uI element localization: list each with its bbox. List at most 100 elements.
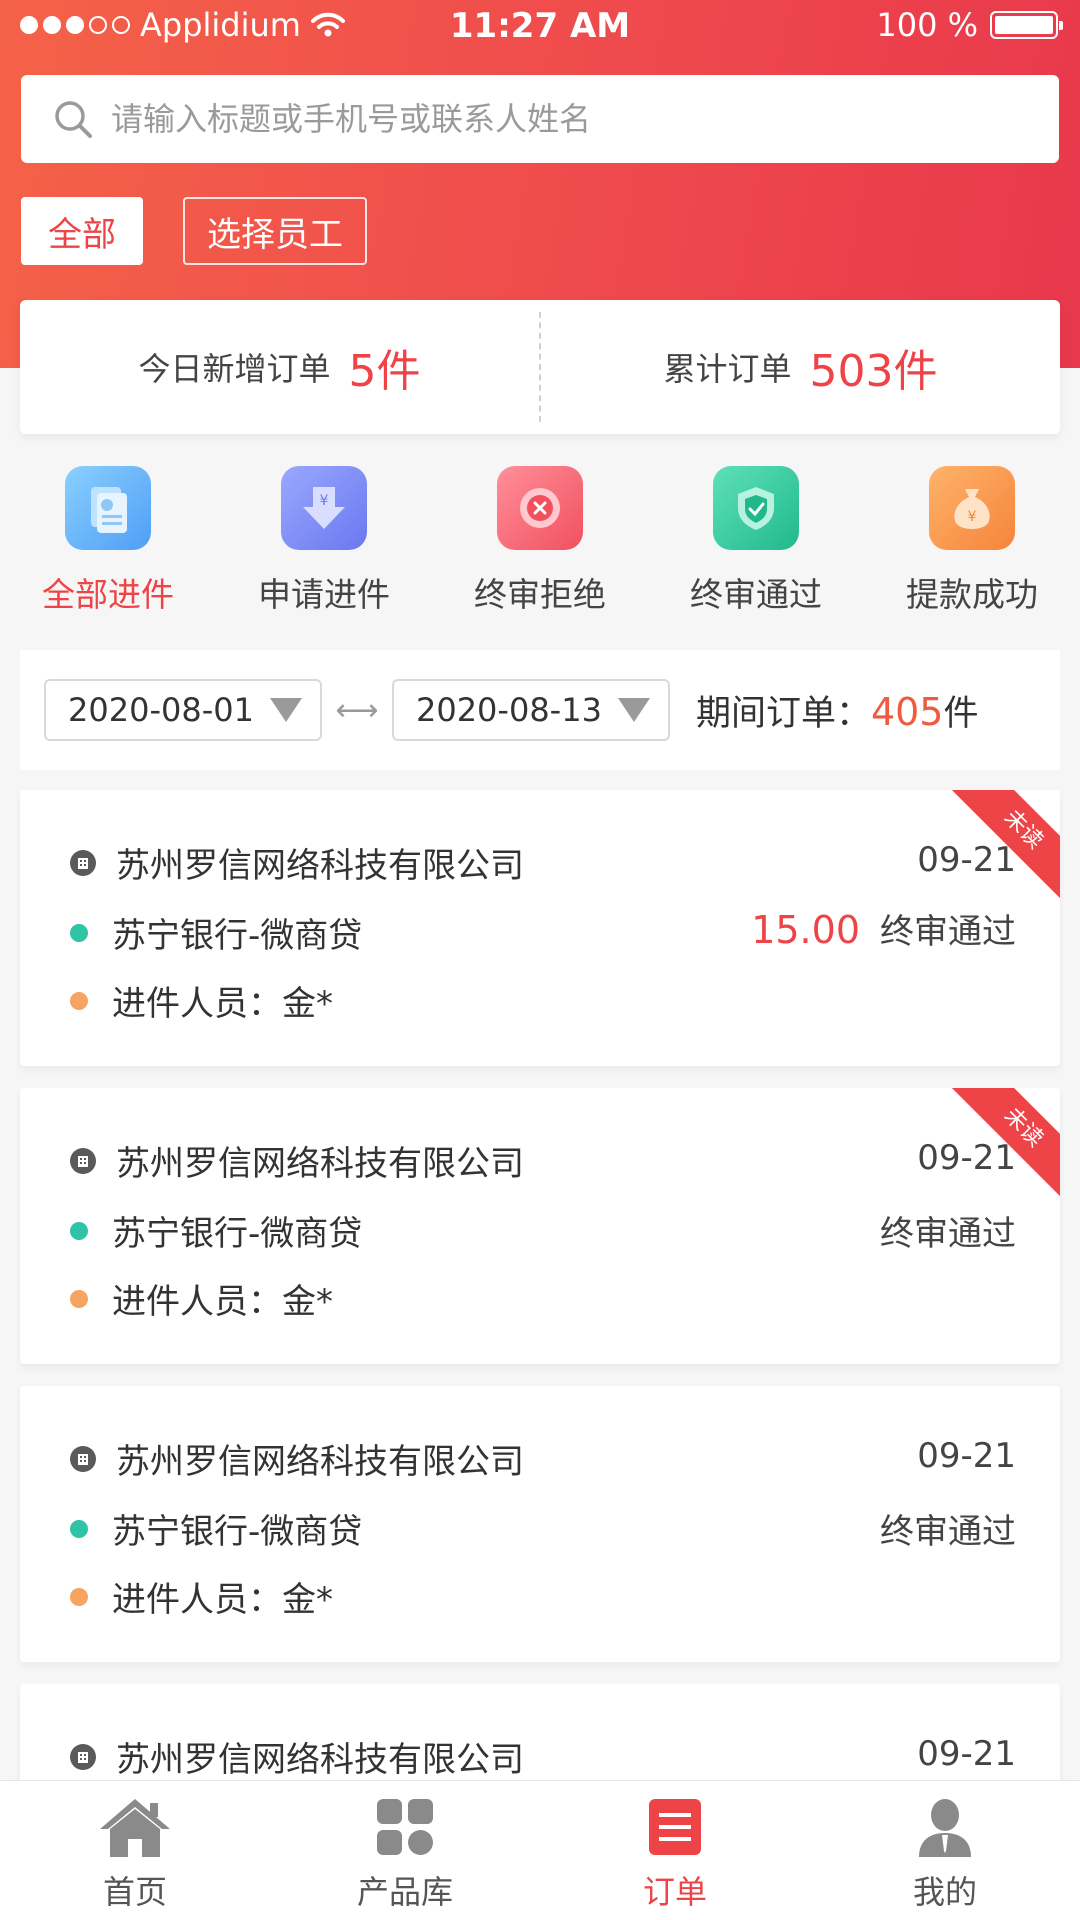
- date-range-arrow-icon: ⟷: [335, 692, 379, 728]
- user-icon: [919, 1799, 971, 1857]
- category-row: 全部进件 ¥ 申请进件 终审拒绝 终审通过 ¥ 提款成功: [0, 466, 1080, 616]
- select-employee-button[interactable]: 选择员工: [183, 197, 367, 265]
- category-withdrawn[interactable]: ¥ 提款成功: [864, 466, 1080, 616]
- total-orders-label: 累计订单: [663, 350, 792, 388]
- order-product: 苏宁银行-微商贷: [112, 1512, 363, 1552]
- order-status: 终审通过: [880, 912, 1016, 952]
- order-date: 09-21: [917, 1138, 1016, 1178]
- search-input[interactable]: [111, 100, 1011, 138]
- category-all[interactable]: 全部进件: [0, 466, 216, 616]
- tab-home[interactable]: 首页: [0, 1781, 270, 1920]
- bottom-tab-bar: 首页 产品库 订单 我的: [0, 1780, 1080, 1920]
- order-agent: 进件人员：金*: [112, 984, 333, 1024]
- building-icon: [70, 849, 96, 876]
- tab-orders-label: 订单: [642, 1873, 707, 1911]
- period-orders-label: 期间订单：: [695, 693, 871, 734]
- order-company: 苏州罗信网络科技有限公司: [116, 1442, 524, 1482]
- building-icon: [70, 1147, 96, 1174]
- building-icon: [70, 1445, 96, 1472]
- category-rejected[interactable]: 终审拒绝: [432, 466, 648, 616]
- order-amount: 15.00: [751, 908, 860, 952]
- battery-label: 100 %: [876, 6, 978, 44]
- order-company-row: 苏州罗信网络科技有限公司: [70, 1136, 524, 1185]
- order-agent-row: 进件人员：金*: [70, 976, 333, 1025]
- order-status-group: 15.00 终审通过: [751, 904, 1016, 953]
- order-stats-card: 今日新增订单 5件 累计订单 503件: [20, 300, 1060, 434]
- product-dot-icon: [70, 1221, 88, 1240]
- yen-download-icon: ¥: [281, 466, 367, 550]
- order-agent-row: 进件人员：金*: [70, 1572, 333, 1621]
- category-approved[interactable]: 终审通过: [648, 466, 864, 616]
- dropdown-triangle-icon: [617, 698, 650, 722]
- svg-text:¥: ¥: [968, 509, 977, 525]
- order-company: 苏州罗信网络科技有限公司: [116, 846, 524, 886]
- today-orders-label: 今日新增订单: [138, 350, 331, 388]
- date-filter-bar: 2020-08-01 ⟷ 2020-08-13 期间订单：405件: [20, 650, 1060, 770]
- search-bar[interactable]: [21, 75, 1059, 163]
- order-agent: 进件人员：金*: [112, 1580, 333, 1620]
- search-icon: [55, 101, 92, 138]
- today-orders-stat: 今日新增订单 5件: [20, 335, 539, 399]
- period-orders: 期间订单：405件: [696, 685, 979, 736]
- order-card[interactable]: 未读 苏州罗信网络科技有限公司 09-21 苏宁银行-微商贷 15.00 终审通过…: [20, 790, 1060, 1066]
- money-bag-icon: ¥: [929, 466, 1015, 550]
- category-approved-label: 终审通过: [690, 575, 822, 614]
- filter-all-button[interactable]: 全部: [21, 197, 143, 265]
- order-company-row: 苏州罗信网络科技有限公司: [70, 838, 524, 887]
- order-agent-row: 进件人员：金*: [70, 1274, 333, 1323]
- period-orders-count: 405: [870, 689, 944, 734]
- order-card[interactable]: 未读 苏州罗信网络科技有限公司 09-21 苏宁银行-微商贷 终审通过 进件人员…: [20, 1088, 1060, 1364]
- order-status: 终审通过: [880, 1214, 1016, 1254]
- category-all-label: 全部进件: [42, 575, 174, 614]
- order-product-row: 苏宁银行-微商贷: [70, 1504, 362, 1553]
- agent-dot-icon: [70, 1289, 88, 1308]
- end-date-select[interactable]: 2020-08-13: [391, 679, 670, 741]
- building-icon: [70, 1743, 96, 1770]
- order-list-icon: [649, 1799, 701, 1855]
- today-orders-value: 5件: [348, 346, 421, 397]
- tab-products-label: 产品库: [356, 1873, 453, 1911]
- tab-mine-label: 我的: [912, 1873, 977, 1911]
- tab-home-label: 首页: [102, 1873, 167, 1911]
- category-withdrawn-label: 提款成功: [906, 575, 1038, 614]
- category-apply-label: 申请进件: [258, 575, 390, 614]
- order-date: 09-21: [917, 840, 1016, 880]
- category-rejected-label: 终审拒绝: [474, 575, 606, 614]
- category-apply[interactable]: ¥ 申请进件: [216, 466, 432, 616]
- agent-dot-icon: [70, 991, 88, 1010]
- order-product: 苏宁银行-微商贷: [112, 1214, 363, 1254]
- order-date: 09-21: [917, 1734, 1016, 1774]
- order-company: 苏州罗信网络科技有限公司: [116, 1740, 524, 1780]
- order-status: 终审通过: [880, 1512, 1016, 1552]
- status-right: 100 %: [876, 6, 1063, 44]
- battery-icon: [990, 11, 1063, 39]
- order-company-row: 苏州罗信网络科技有限公司: [70, 1732, 524, 1781]
- order-company-row: 苏州罗信网络科技有限公司: [70, 1434, 524, 1483]
- dropdown-triangle-icon: [269, 698, 302, 722]
- tab-orders[interactable]: 订单: [540, 1781, 810, 1920]
- total-orders-value: 503件: [809, 346, 938, 397]
- end-date-value: 2020-08-13: [415, 691, 602, 729]
- status-bar: Applidium 11:27 AM 100 %: [0, 0, 1080, 54]
- order-product: 苏宁银行-微商贷: [112, 916, 363, 956]
- start-date-select[interactable]: 2020-08-01: [44, 679, 322, 741]
- order-product-row: 苏宁银行-微商贷: [70, 1206, 362, 1255]
- total-orders-stat: 累计订单 503件: [541, 335, 1060, 399]
- order-date: 09-21: [917, 1436, 1016, 1476]
- product-dot-icon: [70, 1519, 88, 1538]
- svg-text:¥: ¥: [320, 493, 329, 509]
- product-dot-icon: [70, 923, 88, 942]
- home-icon: [100, 1799, 170, 1857]
- start-date-value: 2020-08-01: [68, 691, 254, 729]
- tab-products[interactable]: 产品库: [270, 1781, 540, 1920]
- document-icon: [65, 466, 151, 550]
- grid-icon: [377, 1799, 433, 1855]
- order-product-row: 苏宁银行-微商贷: [70, 908, 362, 957]
- tab-mine[interactable]: 我的: [810, 1781, 1080, 1920]
- period-orders-unit: 件: [943, 693, 979, 734]
- order-company: 苏州罗信网络科技有限公司: [116, 1144, 524, 1184]
- agent-dot-icon: [70, 1587, 88, 1606]
- reject-icon: [497, 466, 583, 550]
- order-agent: 进件人员：金*: [112, 1282, 333, 1322]
- order-card[interactable]: 苏州罗信网络科技有限公司 09-21 苏宁银行-微商贷 终审通过 进件人员：金*: [20, 1386, 1060, 1662]
